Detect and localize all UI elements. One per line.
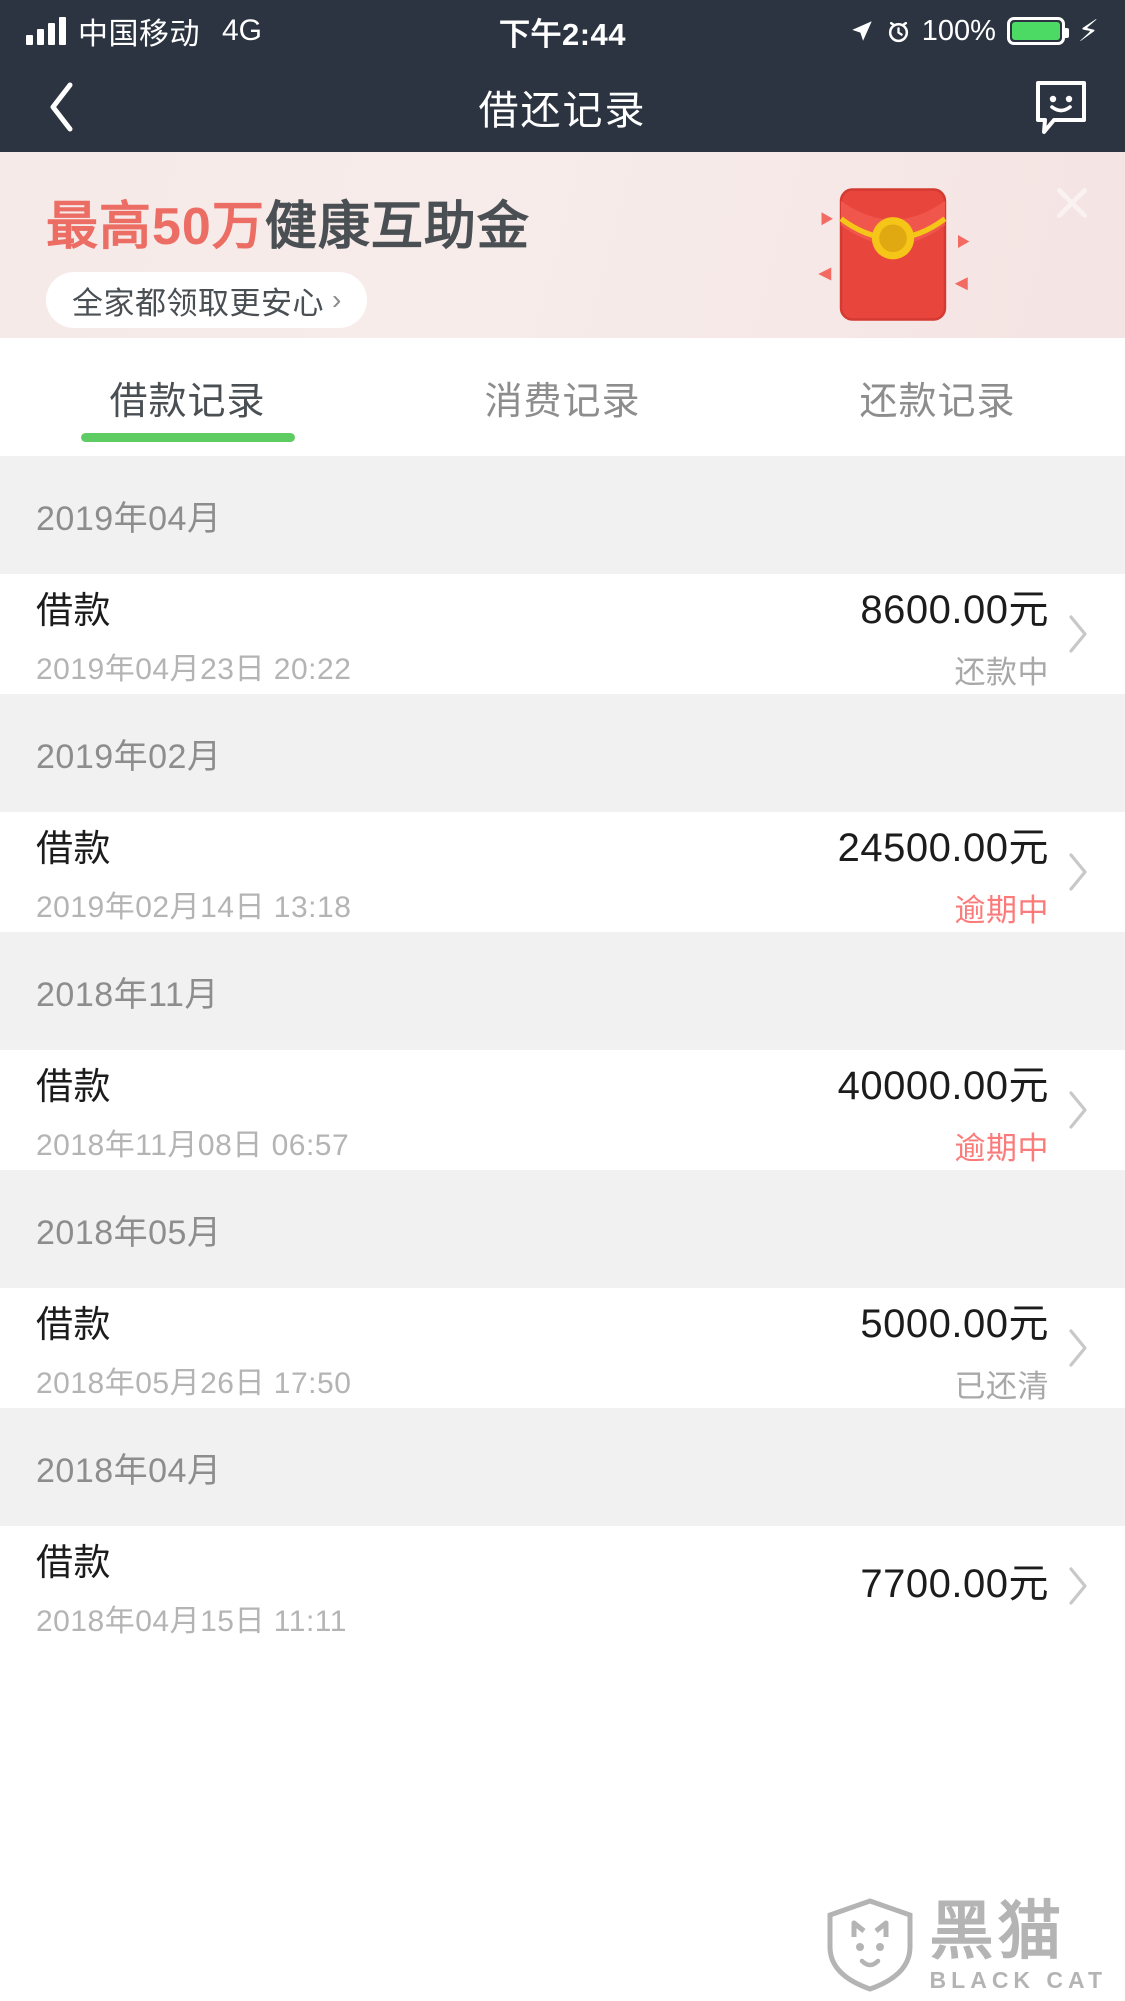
record-date: 2018年04月15日 11:11 (36, 1605, 347, 1638)
record-amount: 5000.00元 (860, 1301, 1049, 1346)
status-bar: 中国移动 4G 下午2:44 100% ⚡ (0, 0, 1125, 62)
battery-icon (1006, 17, 1069, 45)
banner-headline-highlight: 最高50万 (46, 198, 265, 256)
records-list: 2019年04月 借款 2019年04月23日 20:22 8600.00元 还… (0, 456, 1125, 1646)
close-icon[interactable] (1049, 180, 1095, 226)
table-row[interactable]: 借款 2018年05月26日 17:50 5000.00元 已还清 (0, 1288, 1125, 1408)
record-primary: 借款 2018年04月15日 11:11 (36, 1532, 347, 1640)
red-envelope-icon (818, 188, 970, 321)
record-date: 2018年05月26日 17:50 (36, 1367, 352, 1400)
chevron-right-icon (1069, 1091, 1087, 1129)
banner-cta-label: 全家都领取更安心 (72, 285, 324, 321)
month-header: 2018年04月 (0, 1408, 1125, 1526)
lightning-bolt-icon: ⚡ (1077, 14, 1099, 48)
tab-spend-records-label: 消费记录 (484, 380, 641, 423)
watermark-en-label: BLACK CAT (929, 1966, 1107, 1993)
table-row[interactable]: 借款 2018年11月08日 06:57 40000.00元 逾期中 (0, 1050, 1125, 1170)
row-chevron (1065, 852, 1091, 892)
battery-percent-label: 100% (921, 14, 996, 47)
status-badge: 逾期中 (954, 892, 1049, 928)
month-header: 2019年02月 (0, 694, 1125, 812)
record-date: 2019年04月23日 20:22 (36, 653, 352, 686)
navigation-bar: 借还记录 (0, 62, 1125, 152)
row-chevron (1065, 1328, 1091, 1368)
tab-active-indicator (80, 433, 295, 442)
back-button[interactable] (34, 80, 88, 134)
tab-loan-records[interactable]: 借款记录 (0, 338, 375, 456)
status-badge: 还款中 (954, 654, 1049, 690)
month-header: 2018年11月 (0, 932, 1125, 1050)
record-date: 2018年11月08日 06:57 (36, 1129, 350, 1162)
record-primary: 借款 2018年11月08日 06:57 (36, 1056, 349, 1164)
status-badge: 逾期中 (954, 1130, 1049, 1166)
chevron-right-icon (1069, 615, 1087, 653)
month-header: 2019年04月 (0, 456, 1125, 574)
status-badge: 已还清 (954, 1368, 1049, 1404)
chevron-right-icon: › (332, 284, 342, 315)
record-amount: 24500.00元 (837, 825, 1049, 870)
record-title: 借款 (36, 590, 111, 631)
network-type-label: 4G (222, 14, 263, 47)
tab-repay-records[interactable]: 还款记录 (750, 338, 1125, 456)
tab-repay-records-label: 还款记录 (859, 380, 1016, 423)
tab-spend-records[interactable]: 消费记录 (375, 338, 750, 456)
location-arrow-icon (852, 21, 872, 41)
record-amount: 8600.00元 (860, 587, 1049, 632)
table-row[interactable]: 借款 2018年04月15日 11:11 7700.00元 (0, 1526, 1125, 1646)
record-amount: 7700.00元 (860, 1562, 1049, 1606)
row-chevron (1065, 1090, 1091, 1130)
record-secondary: 7700.00元 (860, 1551, 1065, 1621)
chevron-right-icon (1069, 853, 1087, 891)
table-row[interactable]: 借款 2019年04月23日 20:22 8600.00元 还款中 (0, 574, 1125, 694)
row-chevron (1065, 1566, 1091, 1606)
record-date: 2019年02月14日 13:18 (36, 891, 352, 924)
status-bar-left: 中国移动 4G (26, 9, 262, 53)
record-amount: 40000.00元 (837, 1063, 1049, 1108)
banner-headline: 最高50万健康互助金 (46, 184, 530, 259)
record-title: 借款 (36, 1304, 111, 1345)
table-row[interactable]: 借款 2019年02月14日 13:18 24500.00元 逾期中 (0, 812, 1125, 932)
banner-cta-button[interactable]: 全家都领取更安心 › (46, 272, 368, 328)
record-primary: 借款 2018年05月26日 17:50 (36, 1294, 351, 1402)
record-secondary: 5000.00元 已还清 (860, 1291, 1065, 1406)
record-title: 借款 (36, 828, 111, 869)
chevron-right-icon (1069, 1329, 1087, 1367)
banner-headline-rest: 健康互助金 (264, 198, 530, 256)
record-title: 借款 (36, 1066, 111, 1107)
carrier-label: 中国移动 (78, 18, 200, 51)
month-header: 2018年05月 (0, 1170, 1125, 1288)
watermark-cn-label: 黑猫 (929, 1894, 1066, 1967)
chevron-right-icon (1069, 1567, 1087, 1605)
record-primary: 借款 2019年04月23日 20:22 (36, 580, 351, 688)
watermark-text: 黑猫 BLACK CAT (930, 1899, 1107, 1992)
record-primary: 借款 2019年02月14日 13:18 (36, 818, 351, 926)
record-secondary: 24500.00元 逾期中 (838, 815, 1065, 930)
shield-cat-icon (827, 1898, 913, 1992)
smiley-chat-bubble-icon (1036, 81, 1086, 134)
status-bar-right: 100% ⚡ (849, 14, 1099, 49)
chevron-left-icon (50, 82, 73, 132)
watermark: 黑猫 BLACK CAT (824, 1897, 1107, 1993)
tab-loan-records-label: 借款记录 (109, 380, 266, 423)
record-type-tabs: 借款记录 消费记录 还款记录 (0, 338, 1125, 456)
customer-service-button[interactable] (1031, 77, 1091, 137)
signal-bars-icon (26, 17, 66, 45)
record-secondary: 40000.00元 逾期中 (838, 1053, 1065, 1168)
alarm-clock-icon (888, 21, 908, 42)
record-secondary: 8600.00元 还款中 (860, 577, 1065, 692)
page-title: 借还记录 (478, 89, 647, 133)
record-title: 借款 (36, 1542, 111, 1583)
row-chevron (1065, 614, 1091, 654)
promo-banner[interactable]: 最高50万健康互助金 全家都领取更安心 › (0, 152, 1125, 338)
